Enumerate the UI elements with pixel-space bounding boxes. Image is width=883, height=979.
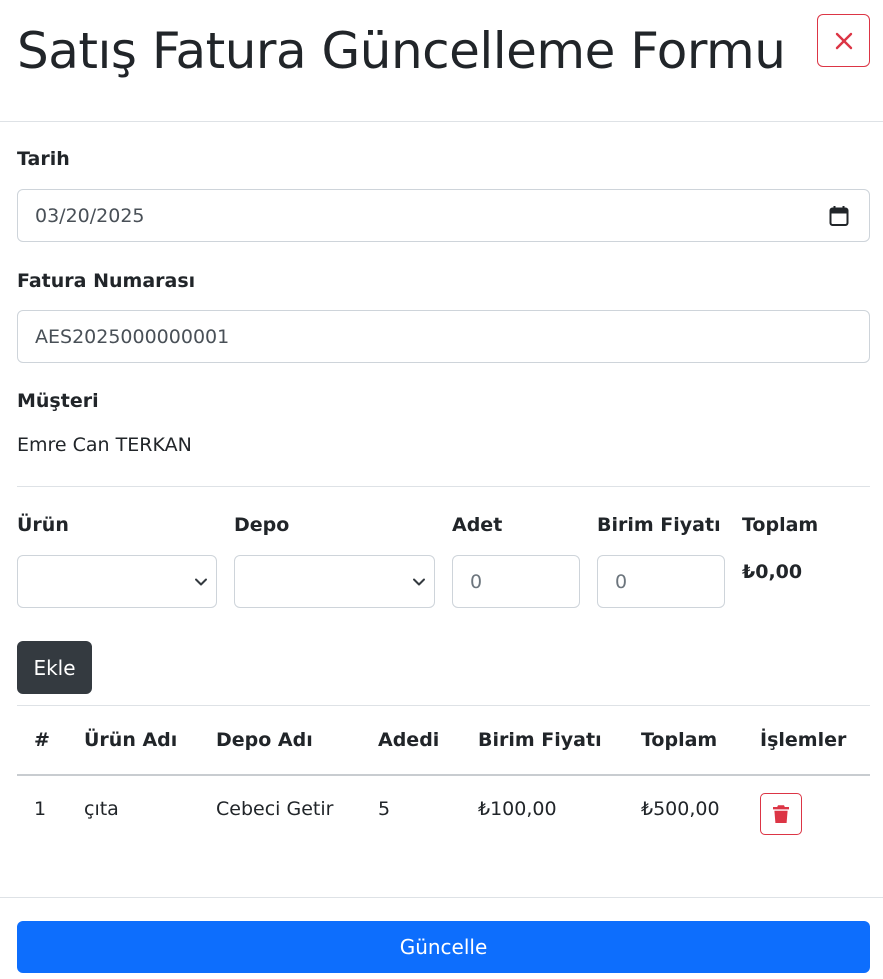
table-top-divider (17, 705, 870, 706)
add-item-button[interactable]: Ekle (17, 641, 92, 694)
date-input[interactable]: 03/20/2025 (17, 189, 870, 242)
calendar-icon[interactable] (829, 205, 849, 227)
product-label: Ürün (17, 514, 69, 536)
date-value: 03/20/2025 (35, 204, 145, 227)
warehouse-label: Depo (234, 514, 290, 536)
unit-price-label: Birim Fiyatı (597, 514, 721, 536)
chevron-down-icon (195, 578, 207, 586)
line-total-value: ₺0,00 (742, 561, 803, 583)
close-button[interactable] (817, 14, 870, 67)
close-icon (835, 32, 852, 49)
update-button[interactable]: Güncelle (17, 921, 870, 973)
chevron-down-icon (413, 578, 425, 586)
row-warehouse: Cebeci Getir (216, 798, 334, 820)
invoice-number-value: AES2025000000001 (35, 325, 230, 348)
table-header-quantity: Adedi (378, 729, 440, 751)
invoice-number-input[interactable]: AES2025000000001 (17, 310, 870, 363)
table-header-warehouse: Depo Adı (216, 729, 313, 751)
table-header-index: # (34, 729, 50, 751)
warehouse-select[interactable] (234, 555, 435, 608)
footer-divider (0, 897, 883, 898)
quantity-input[interactable]: 0 (452, 555, 580, 608)
quantity-label: Adet (452, 514, 503, 536)
table-header-unit-price: Birim Fiyatı (478, 729, 602, 751)
invoice-number-label: Fatura Numarası (17, 270, 196, 292)
row-unit-price: ₺100,00 (478, 798, 557, 820)
delete-row-button[interactable] (760, 793, 802, 835)
modal-title: Satış Fatura Güncelleme Formu (17, 22, 786, 80)
section-divider (17, 486, 870, 487)
row-total: ₺500,00 (641, 798, 720, 820)
table-header-product: Ürün Adı (84, 729, 178, 751)
table-header-actions: İşlemler (760, 729, 847, 751)
total-label: Toplam (742, 514, 819, 536)
row-index: 1 (34, 798, 47, 820)
unit-price-input[interactable]: 0 (597, 555, 725, 608)
table-header-total: Toplam (641, 729, 718, 751)
date-label: Tarih (17, 148, 70, 170)
table-header-divider (17, 774, 870, 776)
modal-header: Satış Fatura Güncelleme Formu (0, 0, 883, 122)
product-select[interactable] (17, 555, 217, 608)
customer-value: Emre Can TERKAN (17, 434, 192, 456)
trash-icon (773, 805, 789, 823)
row-quantity: 5 (378, 798, 391, 820)
row-product: çıta (84, 798, 119, 820)
customer-label: Müşteri (17, 390, 99, 412)
